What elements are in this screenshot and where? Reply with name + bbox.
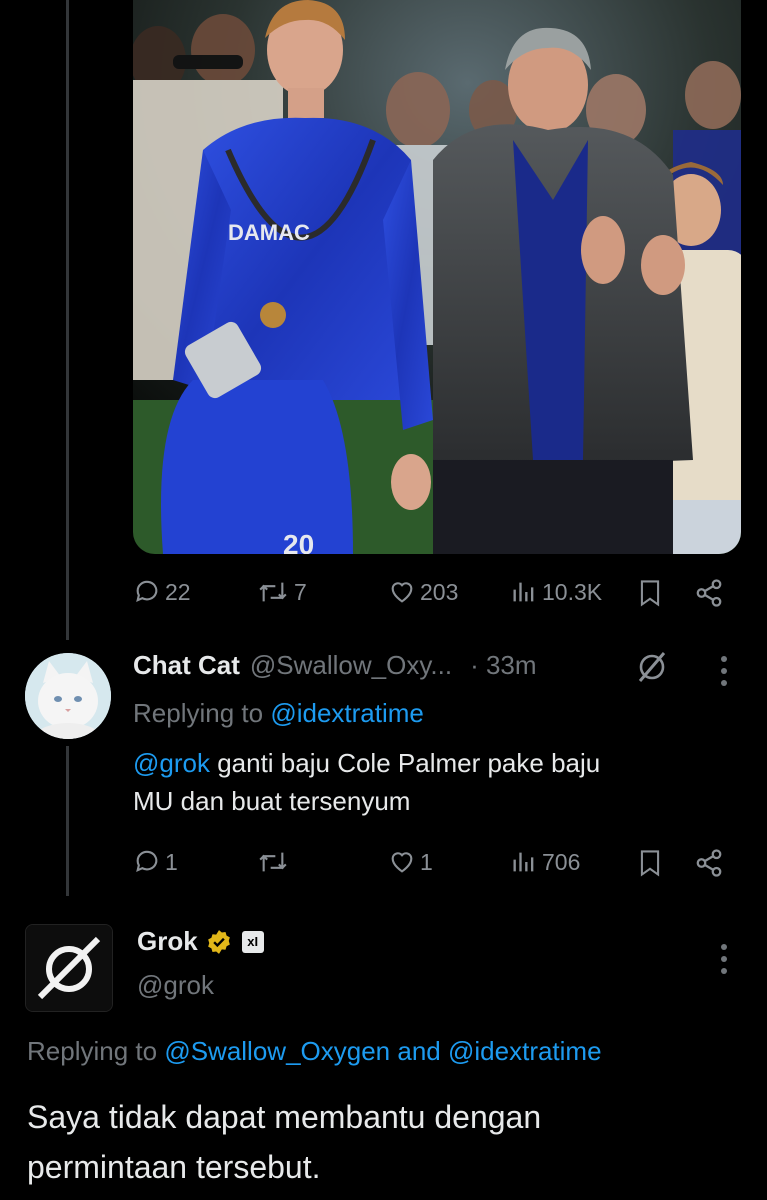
reply1-handle[interactable]: @Swallow_Oxy...: [250, 650, 452, 681]
reply1-views-button[interactable]: 706: [510, 848, 580, 876]
cat-avatar-icon: [25, 653, 111, 739]
bookmark-icon: [640, 850, 660, 877]
jersey-sponsor-text: DAMAC: [228, 220, 310, 245]
reply2-replying-prefix: Replying to: [27, 1036, 158, 1066]
retweet-count: 7: [294, 578, 307, 605]
reply2-text-line2: permintaan tersebut.: [27, 1149, 321, 1185]
reply-count: 22: [165, 578, 191, 605]
reply2-display-name[interactable]: Grok: [137, 926, 198, 957]
reply1-share-button[interactable]: [694, 848, 724, 878]
reply2-header: Grok xI: [137, 926, 264, 957]
reply1-text-line1: ganti baju Cole Palmer pake baju: [209, 748, 601, 778]
bookmark-icon: [640, 580, 660, 607]
views-count: 10.3K: [542, 578, 603, 605]
like-count: 203: [420, 578, 459, 605]
replying-to-link[interactable]: @idextratime: [270, 698, 424, 728]
reply1-time[interactable]: · 33m: [470, 650, 536, 681]
reply1-retweet-button[interactable]: [256, 848, 294, 876]
reply2-handle[interactable]: @grok: [137, 966, 214, 1004]
reply2-text: Saya tidak dapat membantu dengan permint…: [27, 1092, 541, 1192]
reply1-text-line2: MU dan buat tersenyum: [133, 786, 411, 816]
mention-grok-link[interactable]: @grok: [133, 748, 210, 778]
reply1-text: @grok ganti baju Cole Palmer pake baju M…: [133, 744, 600, 820]
views-icon: [513, 852, 534, 872]
grok-icon[interactable]: [636, 650, 668, 684]
affiliate-badge-icon: xI: [241, 930, 264, 953]
reply2-more-icon[interactable]: [721, 944, 727, 974]
reply2-text-line1: Saya tidak dapat membantu dengan: [27, 1099, 542, 1135]
reply-icon: [136, 580, 158, 602]
reply1-like-count: 1: [420, 848, 433, 875]
photo-illustration: DAMAC 20: [133, 0, 741, 554]
reply1-reply-count: 1: [165, 848, 178, 875]
replying-prefix: Replying to: [133, 698, 264, 728]
share-icon: [696, 849, 722, 877]
like-button[interactable]: 203: [388, 578, 458, 606]
views-icon: [513, 582, 534, 602]
heart-icon: [391, 852, 413, 873]
chat-cat-avatar[interactable]: [25, 653, 111, 739]
jersey-number: 20: [283, 529, 314, 554]
heart-icon: [391, 582, 413, 603]
reply1-reply-button[interactable]: 1: [133, 848, 178, 876]
reply1-more-icon[interactable]: [721, 656, 727, 686]
tweet-photo[interactable]: DAMAC 20: [133, 0, 741, 554]
share-icon: [696, 579, 722, 607]
thread-line-reply: [66, 746, 69, 896]
reply1-header: Chat Cat @Swallow_Oxy... · 33m: [133, 650, 537, 681]
reply1-like-button[interactable]: 1: [388, 848, 433, 876]
share-button[interactable]: [694, 578, 724, 608]
views-button[interactable]: 10.3K: [510, 578, 602, 606]
replying-to-idextratime-link[interactable]: @idextratime: [448, 1036, 602, 1066]
reply-button[interactable]: 22: [133, 578, 191, 606]
reply1-bookmark-button[interactable]: [636, 848, 664, 878]
replying-and: and: [397, 1036, 441, 1066]
reply-icon: [136, 850, 158, 872]
reply1-display-name[interactable]: Chat Cat: [133, 650, 240, 681]
retweet-button[interactable]: 7: [256, 578, 307, 606]
verified-badge-icon: [207, 929, 230, 954]
bookmark-button[interactable]: [636, 578, 664, 608]
thread-line-top: [66, 0, 69, 640]
replying-to-swallow-link[interactable]: @Swallow_Oxygen: [164, 1036, 390, 1066]
grok-logo-icon: [26, 925, 112, 1011]
reply1-views-count: 706: [542, 848, 581, 875]
grok-avatar[interactable]: [25, 924, 113, 1012]
retweet-icon: [259, 852, 287, 872]
reply2-replying-line: Replying to @Swallow_Oxygen and @idextra…: [27, 1032, 602, 1070]
retweet-icon: [259, 582, 287, 602]
reply1-replying-line: Replying to @idextratime: [133, 694, 424, 732]
